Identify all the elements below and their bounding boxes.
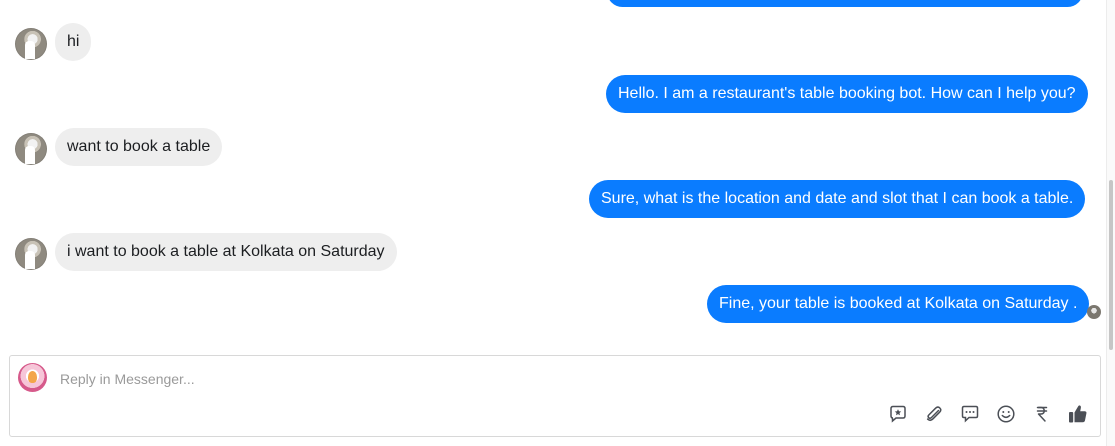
messenger-window: hi Hello. I am a restaurant's table book…	[0, 0, 1115, 446]
message-bubble-incoming: hi	[55, 23, 92, 61]
emoji-icon[interactable]	[995, 403, 1017, 425]
message-bubble-incoming: want to book a table	[55, 128, 223, 166]
sticker-icon[interactable]	[887, 403, 909, 425]
attachment-icon[interactable]	[923, 403, 945, 425]
scrollbar[interactable]	[1106, 0, 1115, 446]
message-thread[interactable]: hi Hello. I am a restaurant's table book…	[0, 0, 1106, 346]
thumbs-up-icon[interactable]	[1067, 403, 1089, 425]
message-bubble-outgoing: Hello. I am a restaurant's table booking…	[606, 75, 1088, 113]
sender-avatar[interactable]	[15, 238, 47, 270]
reply-input[interactable]	[58, 366, 662, 392]
seen-indicator-avatar	[1087, 305, 1101, 319]
scrollbar-thumb[interactable]	[1109, 180, 1113, 350]
message-bubble-incoming: i want to book a table at Kolkata on Sat…	[55, 233, 397, 271]
message-bubble-partial	[607, 0, 1083, 7]
chat-bubbles-icon[interactable]	[959, 403, 981, 425]
sender-avatar[interactable]	[15, 133, 47, 165]
message-bubble-outgoing: Sure, what is the location and date and …	[589, 180, 1086, 218]
composer	[9, 355, 1101, 437]
rupee-icon[interactable]	[1031, 403, 1053, 425]
user-avatar	[18, 363, 47, 392]
sender-avatar[interactable]	[15, 28, 47, 60]
message-bubble-outgoing: Fine, your table is booked at Kolkata on…	[707, 285, 1090, 323]
